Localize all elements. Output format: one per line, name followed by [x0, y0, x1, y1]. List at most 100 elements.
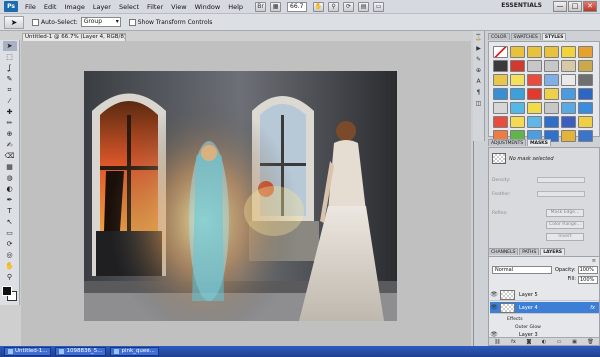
workspace-switcher[interactable]: ESSENTIALS: [501, 2, 542, 9]
style-swatch[interactable]: [561, 102, 576, 114]
opacity-input[interactable]: 100%: [577, 266, 598, 274]
menu-file[interactable]: File: [21, 0, 40, 14]
crop-tool[interactable]: ⌗: [3, 85, 17, 95]
style-swatch[interactable]: [544, 102, 559, 114]
eyedropper-tool[interactable]: ⁄: [3, 96, 17, 106]
style-swatch[interactable]: [510, 74, 525, 86]
menu-select[interactable]: Select: [115, 0, 143, 14]
pen-tool[interactable]: ✒: [3, 195, 17, 205]
visibility-eye-icon[interactable]: 👁: [490, 304, 498, 311]
style-swatch[interactable]: [578, 102, 593, 114]
mask-edge-button[interactable]: Mask Edge...: [546, 209, 584, 217]
healing-tool[interactable]: ✚: [3, 107, 17, 117]
new-layer-icon[interactable]: ▣: [572, 339, 577, 345]
style-swatch[interactable]: [544, 46, 559, 58]
style-swatch[interactable]: [578, 60, 593, 72]
style-swatch[interactable]: [578, 74, 593, 86]
taskbar-item[interactable]: 1098836_5...: [55, 347, 107, 356]
rotate-view-icon[interactable]: ⟳: [343, 1, 355, 12]
style-swatch[interactable]: [561, 88, 576, 100]
history-brush-tool[interactable]: ✍: [3, 140, 17, 150]
tab-paths[interactable]: PATHS: [519, 248, 540, 255]
arrange-documents-icon[interactable]: ▤: [358, 1, 370, 12]
color-range-button[interactable]: Color Range...: [546, 221, 584, 229]
style-swatch[interactable]: [544, 88, 559, 100]
feather-slider[interactable]: [537, 191, 585, 197]
tab-masks[interactable]: MASKS: [527, 139, 551, 146]
style-swatch[interactable]: [561, 130, 576, 142]
add-mask-icon[interactable]: ◙: [526, 339, 531, 345]
style-swatch[interactable]: [493, 102, 508, 114]
menu-view[interactable]: View: [167, 0, 190, 14]
style-swatch[interactable]: [510, 60, 525, 72]
3d-orbit-tool[interactable]: ◎: [3, 250, 17, 260]
maximize-button[interactable]: □: [568, 1, 582, 12]
document-tab[interactable]: Untitled-1 @ 66.7% (Layer 4, RGB/8) *: [22, 33, 126, 41]
taskbar-item[interactable]: pink_quee...: [110, 347, 159, 356]
tool-preset-picker[interactable]: ➤: [4, 15, 24, 29]
transform-controls-checkbox[interactable]: [128, 18, 136, 26]
style-swatch[interactable]: [561, 46, 576, 58]
color-swatches[interactable]: [1, 286, 18, 302]
zoom-icon[interactable]: ⚲: [328, 1, 340, 12]
tab-color[interactable]: COLOR: [488, 33, 510, 40]
clone-source-icon[interactable]: ⊕: [474, 66, 483, 75]
style-swatch[interactable]: [510, 116, 525, 128]
adjustment-layer-icon[interactable]: ◐: [542, 339, 546, 345]
trash-icon[interactable]: 🗑: [587, 339, 593, 345]
menu-help[interactable]: Help: [224, 0, 247, 14]
actions-icon[interactable]: ▶: [474, 44, 483, 53]
quick-select-tool[interactable]: ✎: [3, 74, 17, 84]
brushes-icon[interactable]: ✎: [474, 55, 483, 64]
zoom-tool[interactable]: ⚲: [3, 272, 17, 282]
style-swatch[interactable]: [493, 88, 508, 100]
style-swatch[interactable]: [578, 130, 593, 142]
style-swatch[interactable]: [578, 116, 593, 128]
auto-select-dropdown[interactable]: Group: [80, 17, 121, 27]
style-swatch[interactable]: [510, 46, 525, 58]
tab-adjustments[interactable]: ADJUSTMENTS: [488, 139, 527, 146]
menu-edit[interactable]: Edit: [40, 0, 61, 14]
hand-tool[interactable]: ✋: [3, 261, 17, 271]
layer-row[interactable]: 👁 Layer 5: [490, 289, 599, 301]
link-layers-icon[interactable]: ⛓: [494, 339, 500, 345]
tab-styles[interactable]: STYLES: [541, 33, 567, 40]
style-swatch[interactable]: [493, 60, 508, 72]
gradient-tool[interactable]: ▦: [3, 162, 17, 172]
fill-input[interactable]: 100%: [578, 276, 598, 284]
canvas-area[interactable]: [21, 41, 471, 346]
path-select-tool[interactable]: ↖: [3, 217, 17, 227]
style-swatch[interactable]: [544, 74, 559, 86]
shape-tool[interactable]: ▭: [3, 228, 17, 238]
layer-style-icon[interactable]: fx: [511, 339, 516, 345]
dodge-tool[interactable]: ◐: [3, 184, 17, 194]
style-swatch[interactable]: [493, 74, 508, 86]
style-swatch[interactable]: [578, 88, 593, 100]
style-swatch[interactable]: [527, 60, 542, 72]
move-tool[interactable]: ➤: [2, 41, 17, 51]
style-swatch[interactable]: [561, 116, 576, 128]
invert-button[interactable]: Invert: [546, 233, 584, 241]
taskbar-item[interactable]: Untitled-1...: [4, 347, 52, 356]
eraser-tool[interactable]: ⌫: [3, 151, 17, 161]
density-slider[interactable]: [537, 177, 585, 183]
history-icon[interactable]: ⌛: [474, 33, 483, 42]
tab-swatches[interactable]: SWATCHES: [510, 33, 541, 40]
minimize-button[interactable]: —: [553, 1, 567, 12]
style-swatch[interactable]: [493, 46, 508, 58]
menu-window[interactable]: Window: [191, 0, 225, 14]
style-swatch[interactable]: [510, 102, 525, 114]
style-swatch[interactable]: [510, 88, 525, 100]
style-swatch[interactable]: [527, 74, 542, 86]
marquee-tool[interactable]: ⬚: [3, 52, 17, 62]
blend-mode-dropdown[interactable]: Normal: [492, 266, 552, 274]
bridge-icon[interactable]: Br: [255, 1, 267, 12]
document-image[interactable]: [84, 71, 397, 321]
style-swatch[interactable]: [493, 116, 508, 128]
paragraph-icon[interactable]: ¶: [474, 88, 483, 97]
foreground-color[interactable]: [1, 286, 12, 296]
lasso-tool[interactable]: ʆ: [3, 63, 17, 73]
style-swatch[interactable]: [544, 60, 559, 72]
visibility-eye-icon[interactable]: 👁: [490, 291, 498, 298]
style-swatch[interactable]: [544, 116, 559, 128]
